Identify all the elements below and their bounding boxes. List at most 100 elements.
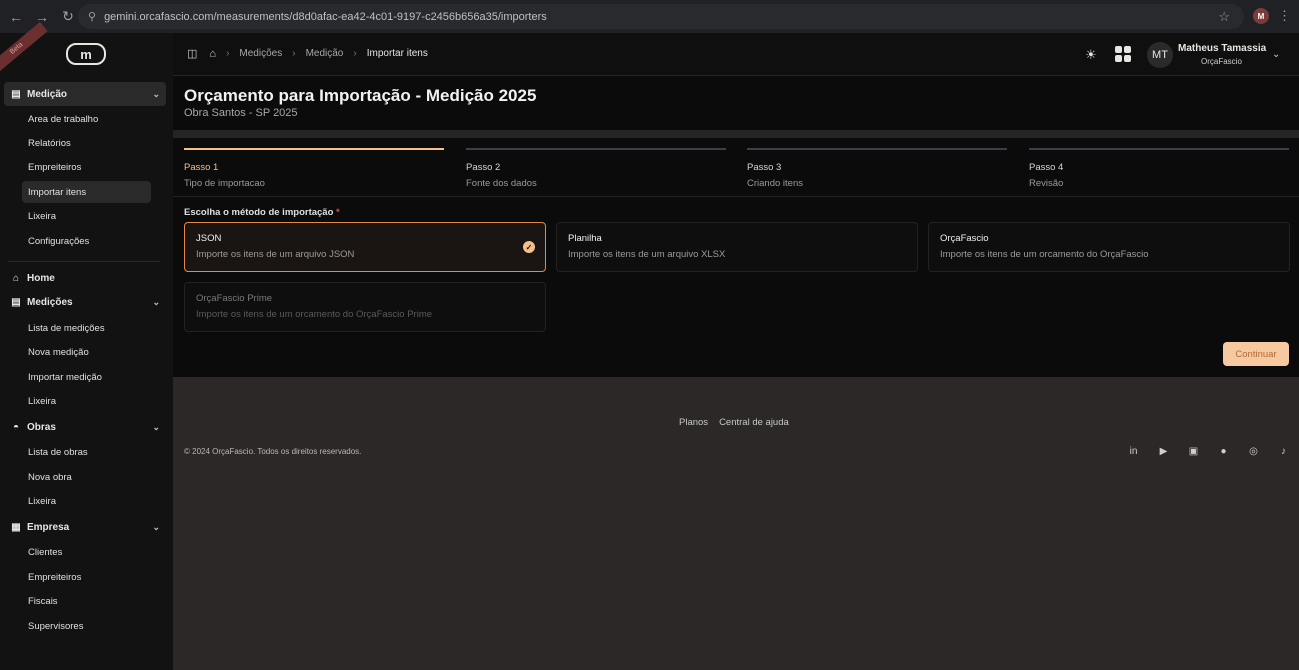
step-progress-bar	[466, 148, 726, 150]
option-orcafascio[interactable]: OrçaFascio Importe os itens de um orcame…	[928, 222, 1290, 272]
play-icon[interactable]: ▶	[1157, 445, 1170, 458]
home-icon: ⌂	[12, 272, 20, 284]
sidebar-group-medicao[interactable]: ▤ Medição ⌄	[4, 82, 166, 106]
step-progress-bar	[184, 148, 444, 150]
chevron-right-icon: ›	[226, 48, 230, 59]
user-avatar[interactable]: MT	[1147, 42, 1173, 68]
sidebar-item-clientes[interactable]: Clientes	[22, 541, 151, 563]
breadcrumb-medicoes[interactable]: Medições	[239, 48, 282, 59]
copyright: © 2024 OrçaFascio. Todos os direitos res…	[184, 447, 362, 456]
user-org: OrçaFascio	[1201, 57, 1242, 66]
page-title: Orçamento para Importação - Medição 2025	[184, 86, 537, 105]
sidebar-group-label: Medição	[27, 88, 68, 100]
option-description: Importe os itens de um arquivo JSON	[196, 249, 355, 260]
option-orcafascio-prime: OrçaFascio Prime Importe os itens de um …	[184, 282, 546, 332]
breadcrumb-medicao[interactable]: Medição	[306, 48, 344, 59]
stepper-divider	[173, 196, 1299, 197]
required-mark: *	[336, 207, 340, 218]
sidebar: Beta m ▤ Medição ⌄ Area de trabalho Rela…	[0, 21, 173, 670]
option-title: Planilha	[568, 233, 602, 244]
browser-toolbar: ← → ↻ ⚲ gemini.orcafascio.com/measuremen…	[0, 0, 1299, 33]
chevron-down-icon: ⌄	[152, 421, 160, 432]
sidebar-item-importar-itens[interactable]: Importar itens	[22, 181, 151, 203]
step-description: Criando itens	[747, 178, 803, 189]
method-label-text: Escolha o método de importação	[184, 207, 334, 218]
sidebar-item-fiscais[interactable]: Fiscais	[22, 590, 151, 612]
profile-avatar[interactable]: M	[1253, 8, 1269, 24]
page-subtitle: Obra Santos - SP 2025	[184, 107, 298, 119]
sidebar-group-label: Obras	[27, 421, 56, 433]
option-json[interactable]: JSON Importe os itens de um arquivo JSON…	[184, 222, 546, 272]
sidebar-item-area-de-trabalho[interactable]: Area de trabalho	[22, 108, 151, 130]
hardhat-icon: ◓	[12, 421, 20, 433]
option-title: OrçaFascio	[940, 233, 989, 244]
bookmark-star-icon[interactable]: ☆	[1218, 9, 1230, 25]
sidebar-group-label: Medições	[27, 296, 73, 308]
header-divider	[173, 130, 1299, 138]
sidebar-toggle-icon[interactable]: ◫	[187, 47, 197, 60]
url-text: gemini.orcafascio.com/measurements/d8d0a…	[104, 10, 547, 23]
reload-icon[interactable]: ↻	[56, 5, 80, 29]
step-number: Passo 3	[747, 162, 782, 173]
sidebar-item-lixeira-obras[interactable]: Lixeira	[22, 490, 151, 512]
tiktok-icon[interactable]: ♪	[1277, 445, 1290, 458]
apps-grid-icon[interactable]	[1115, 46, 1131, 62]
step-description: Tipo de importacao	[184, 178, 265, 189]
step-3: Passo 3 Criando itens	[747, 148, 1007, 189]
theme-toggle-icon[interactable]: ☀	[1085, 47, 1097, 63]
browser-menu-icon[interactable]: ⋮	[1278, 8, 1291, 24]
sidebar-item-lixeira[interactable]: Lixeira	[22, 205, 151, 227]
sidebar-item-empreiteiros[interactable]: Empreiteiros	[22, 156, 151, 178]
logo-text: m	[80, 46, 92, 62]
back-icon[interactable]: ←	[4, 5, 28, 29]
step-description: Fonte dos dados	[466, 178, 537, 189]
step-progress-bar	[1029, 148, 1289, 150]
topbar: ◫ ⌂ › Medições › Medição › Importar iten…	[173, 33, 1299, 76]
address-bar[interactable]: ⚲ gemini.orcafascio.com/measurements/d8d…	[78, 4, 1244, 29]
building-icon: ▦	[11, 521, 21, 533]
chevron-down-icon[interactable]: ⌄	[1272, 49, 1280, 60]
linkedin-icon[interactable]: in	[1127, 445, 1140, 458]
sidebar-group-medicoes[interactable]: ▤ Medições ⌄	[4, 290, 166, 314]
home-icon[interactable]: ⌂	[209, 48, 216, 60]
sidebar-item-lixeira-medicoes[interactable]: Lixeira	[22, 390, 151, 412]
youtube-icon[interactable]: ▣	[1187, 445, 1200, 458]
sidebar-group-obras[interactable]: ◓ Obras ⌄	[4, 415, 166, 439]
step-4: Passo 4 Revisão	[1029, 148, 1289, 189]
document-icon: ▤	[11, 296, 21, 308]
sidebar-item-lista-medicoes[interactable]: Lista de medições	[22, 317, 151, 339]
option-planilha[interactable]: Planilha Importe os itens de um arquivo …	[556, 222, 918, 272]
step-1: Passo 1 Tipo de importacao	[184, 148, 444, 189]
chevron-down-icon: ⌄	[152, 296, 160, 307]
sidebar-item-relatorios[interactable]: Relatórios	[22, 132, 151, 154]
sidebar-divider	[8, 261, 160, 262]
instagram-icon[interactable]: ◎	[1247, 445, 1260, 458]
step-description: Revisão	[1029, 178, 1064, 189]
sidebar-group-empresa[interactable]: ▦ Empresa ⌄	[4, 515, 166, 539]
sidebar-item-configuracoes[interactable]: Configurações	[22, 230, 151, 252]
breadcrumb-current: Importar itens	[366, 48, 428, 59]
sidebar-item-importar-medicao[interactable]: Importar medição	[22, 366, 151, 388]
facebook-icon[interactable]: ●	[1217, 445, 1230, 458]
option-description: Importe os itens de um arquivo XLSX	[568, 249, 726, 260]
option-title: JSON	[196, 233, 222, 244]
sidebar-item-supervisores[interactable]: Supervisores	[22, 615, 151, 637]
footer-link-planos[interactable]: Planos	[679, 417, 708, 428]
sidebar-item-nova-medicao[interactable]: Nova medição	[22, 341, 151, 363]
sidebar-item-nova-obra[interactable]: Nova obra	[22, 466, 151, 488]
sidebar-item-home[interactable]: ⌂ Home	[4, 266, 166, 290]
sidebar-item-lista-obras[interactable]: Lista de obras	[22, 441, 151, 463]
footer-links: Planos Central de ajuda	[679, 417, 789, 428]
chevron-right-icon: ›	[292, 48, 296, 59]
check-icon: ✓	[523, 241, 535, 253]
site-info-icon[interactable]: ⚲	[88, 10, 96, 23]
app-logo[interactable]: m	[66, 43, 106, 65]
sidebar-group-label: Empresa	[27, 521, 70, 533]
footer-link-central-ajuda[interactable]: Central de ajuda	[719, 417, 789, 428]
user-name[interactable]: Matheus Tamassia	[1178, 43, 1266, 54]
footer: Planos Central de ajuda © 2024 OrçaFasci…	[173, 377, 1299, 670]
step-progress-bar	[747, 148, 1007, 150]
continue-button[interactable]: Continuar	[1223, 342, 1289, 366]
step-number: Passo 2	[466, 162, 501, 173]
sidebar-item-empreiteiros-empresa[interactable]: Empreiteiros	[22, 566, 151, 588]
